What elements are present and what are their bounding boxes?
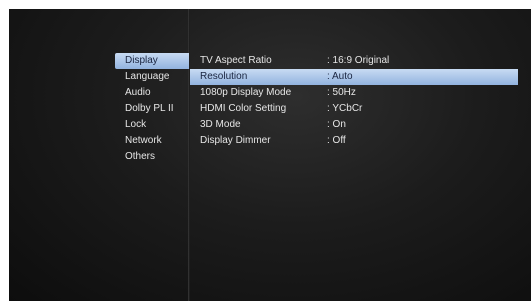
setting-tv-aspect-ratio[interactable]: TV Aspect Ratio : 16:9 Original bbox=[190, 53, 518, 69]
menu-item-display[interactable]: Display bbox=[115, 53, 189, 69]
setting-value: : YCbCr bbox=[327, 103, 363, 114]
setting-value: : Auto bbox=[327, 71, 353, 82]
setting-value: : Off bbox=[327, 135, 346, 146]
setting-display-dimmer[interactable]: Display Dimmer : Off bbox=[190, 133, 518, 149]
setting-label: 3D Mode bbox=[200, 119, 241, 130]
setting-label: Display Dimmer bbox=[200, 135, 271, 146]
setting-label: Resolution bbox=[200, 71, 248, 82]
setting-resolution[interactable]: Resolution : Auto bbox=[190, 69, 518, 85]
setting-label: 1080p Display Mode bbox=[200, 87, 292, 98]
menu-item-lock[interactable]: Lock bbox=[115, 117, 189, 133]
setting-3d-mode[interactable]: 3D Mode : On bbox=[190, 117, 518, 133]
setting-hdmi-color-setting[interactable]: HDMI Color Setting : YCbCr bbox=[190, 101, 518, 117]
menu-item-network[interactable]: Network bbox=[115, 133, 189, 149]
menu-item-language[interactable]: Language bbox=[115, 69, 189, 85]
setting-value: : 50Hz bbox=[327, 87, 356, 98]
menu-item-audio[interactable]: Audio bbox=[115, 85, 189, 101]
setting-label: HDMI Color Setting bbox=[200, 103, 287, 114]
menu-item-others[interactable]: Others bbox=[115, 149, 189, 165]
setting-value: : On bbox=[327, 119, 346, 130]
setting-label: TV Aspect Ratio bbox=[200, 55, 272, 66]
setting-value: : 16:9 Original bbox=[327, 55, 390, 66]
settings-category-menu: Display Language Audio Dolby PL II Lock … bbox=[115, 53, 189, 165]
display-settings-list: TV Aspect Ratio : 16:9 Original Resoluti… bbox=[190, 53, 518, 149]
menu-item-dolby-pl-ii[interactable]: Dolby PL II bbox=[115, 101, 189, 117]
setting-1080p-display-mode[interactable]: 1080p Display Mode : 50Hz bbox=[190, 85, 518, 101]
